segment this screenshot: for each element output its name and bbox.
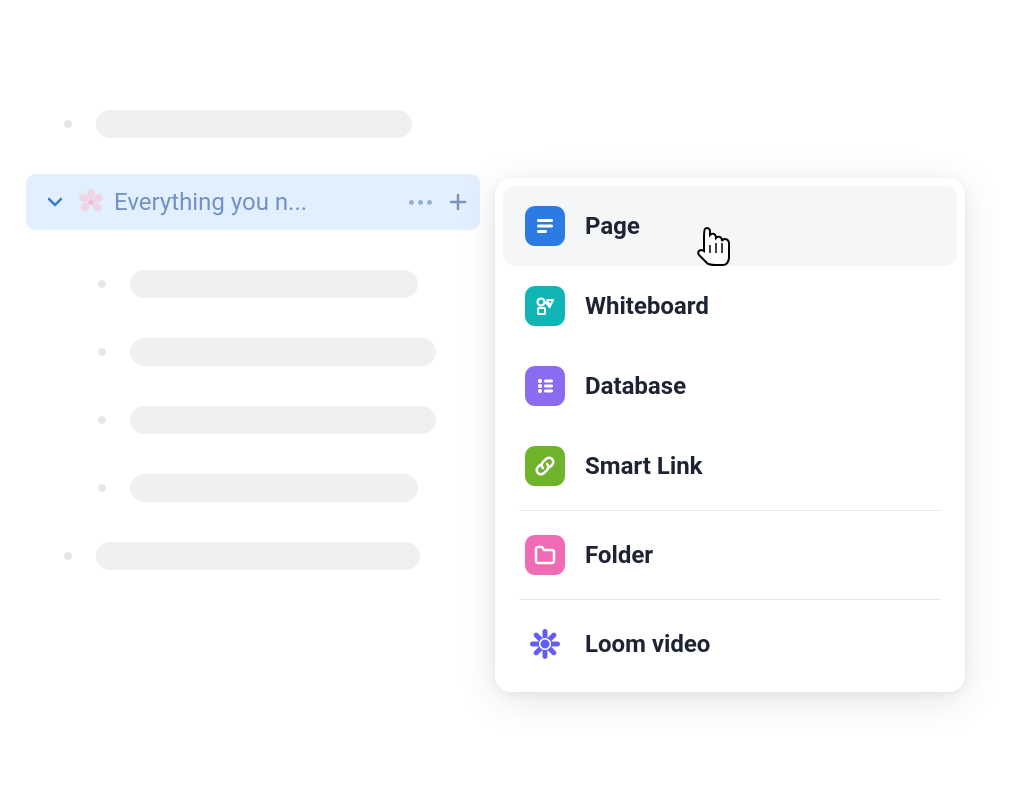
menu-item-smart-link[interactable]: Smart Link [495, 426, 965, 506]
bullet-icon [98, 280, 106, 288]
chevron-down-icon[interactable] [46, 193, 64, 211]
sidebar: Everything you n... [26, 110, 480, 610]
sidebar-placeholder-row [26, 542, 480, 570]
sidebar-item-title: Everything you n... [114, 188, 397, 216]
sidebar-placeholder-row [26, 406, 480, 434]
menu-item-database[interactable]: Database [495, 346, 965, 426]
link-icon [525, 446, 565, 486]
create-menu-popup: Page Whiteboard Database [495, 178, 965, 692]
menu-divider [519, 510, 941, 511]
placeholder-bar [130, 338, 436, 366]
add-icon[interactable] [446, 190, 470, 214]
sidebar-placeholder-row [26, 474, 480, 502]
bullet-icon [98, 348, 106, 356]
whiteboard-icon [525, 286, 565, 326]
page-icon [525, 206, 565, 246]
placeholder-bar [96, 542, 420, 570]
menu-item-label: Whiteboard [585, 292, 709, 320]
bullet-icon [98, 484, 106, 492]
placeholder-bar [130, 474, 418, 502]
bullet-icon [64, 120, 72, 128]
placeholder-bar [130, 270, 418, 298]
placeholder-bar [130, 406, 436, 434]
placeholder-bar [96, 110, 412, 138]
menu-item-label: Database [585, 372, 686, 400]
folder-icon [525, 535, 565, 575]
menu-item-whiteboard[interactable]: Whiteboard [495, 266, 965, 346]
loom-icon [525, 624, 565, 664]
menu-item-loom-video[interactable]: Loom video [495, 604, 965, 684]
bullet-icon [64, 552, 72, 560]
menu-item-page[interactable]: Page [503, 186, 957, 266]
database-icon [525, 366, 565, 406]
sidebar-placeholder-row [26, 110, 480, 138]
menu-item-label: Loom video [585, 630, 710, 658]
more-options-icon[interactable] [409, 200, 432, 205]
sidebar-active-item[interactable]: Everything you n... [26, 174, 480, 230]
menu-divider [519, 599, 941, 600]
bullet-icon [98, 416, 106, 424]
sidebar-placeholder-row [26, 270, 480, 298]
menu-item-folder[interactable]: Folder [495, 515, 965, 595]
menu-item-label: Folder [585, 541, 653, 569]
menu-item-label: Page [585, 212, 640, 240]
sidebar-placeholder-row [26, 338, 480, 366]
cherry-blossom-icon [78, 189, 104, 215]
menu-item-label: Smart Link [585, 452, 702, 480]
